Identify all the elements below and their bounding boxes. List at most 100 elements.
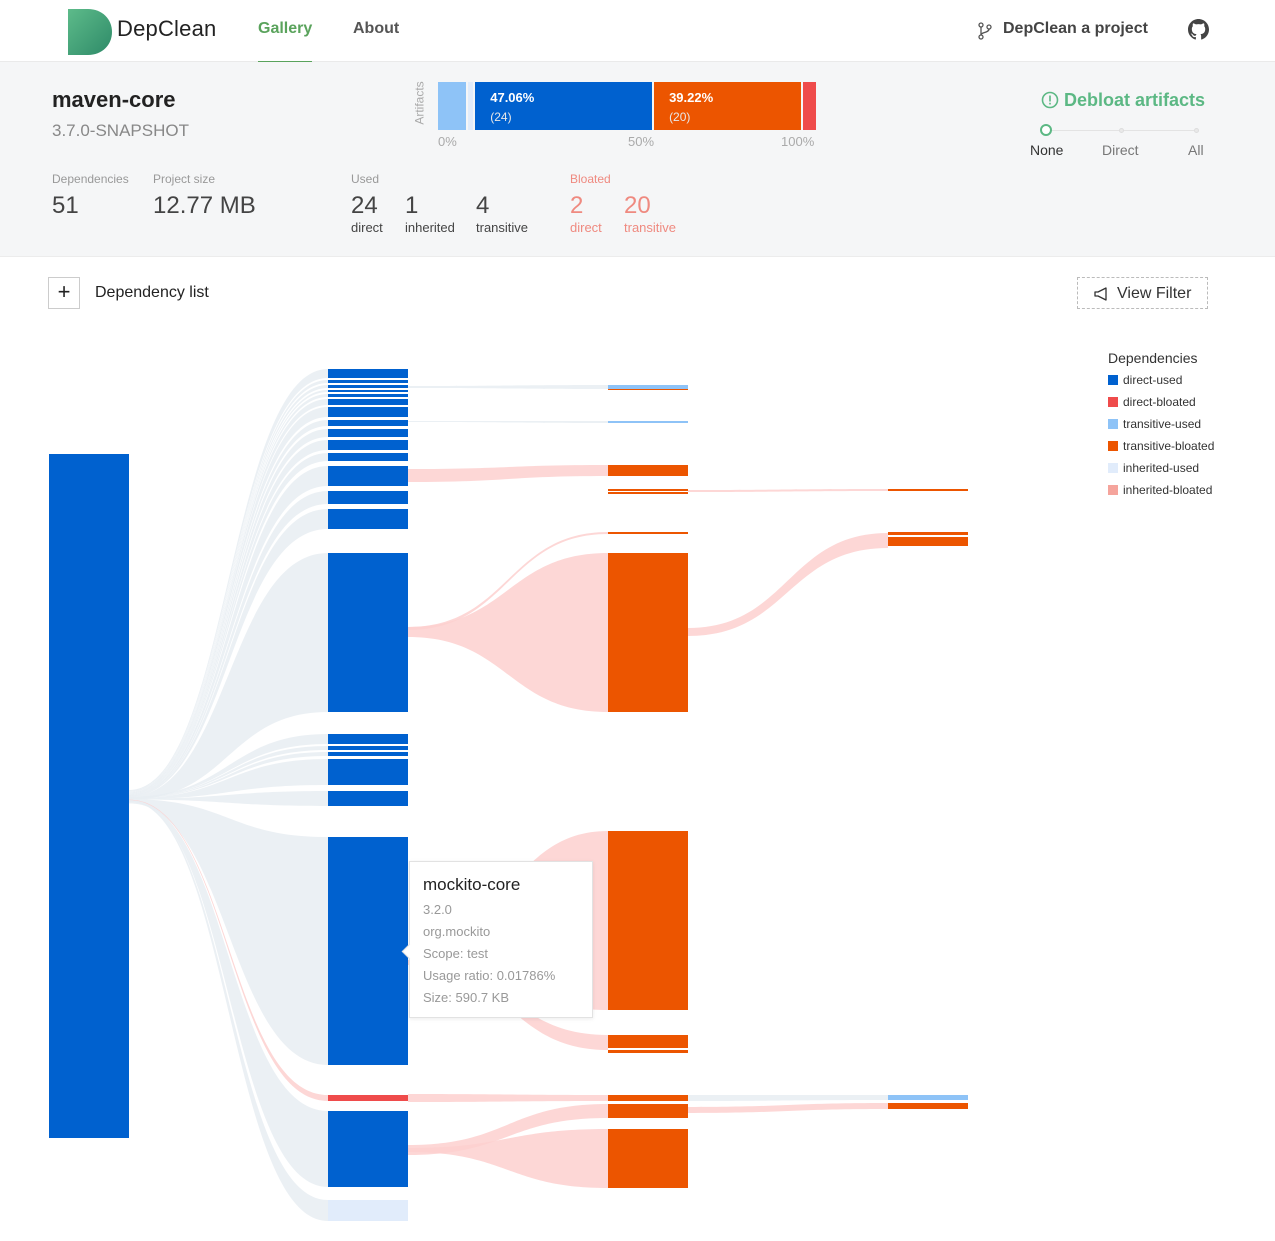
megaphone-icon xyxy=(1094,287,1107,301)
sankey-node-col2-4[interactable] xyxy=(608,489,688,491)
debloat-slider-handle[interactable] xyxy=(1040,124,1052,136)
sankey-node-col1-10[interactable] xyxy=(328,453,408,461)
used-direct-count: 24 xyxy=(351,192,378,219)
sankey-node-col2-13[interactable] xyxy=(608,1129,688,1188)
sankey-node-col2-12[interactable] xyxy=(608,1104,688,1118)
project-name: maven-core xyxy=(52,87,176,112)
sankey-node-col3-3[interactable] xyxy=(888,1095,968,1100)
sankey-node-col1-4[interactable] xyxy=(328,394,408,397)
link-used-a xyxy=(408,385,608,389)
sankey-node-col2-6[interactable] xyxy=(608,532,688,534)
sankey-node-col1-9[interactable] xyxy=(328,440,408,450)
bloated-direct-count: 2 xyxy=(570,192,584,219)
sankey-node-col1-7[interactable] xyxy=(328,420,408,426)
sankey-node-col3-0[interactable] xyxy=(888,489,968,491)
link-bloat-f xyxy=(408,1094,608,1102)
sankey-node-col1-0[interactable] xyxy=(328,369,408,378)
legend-swatch xyxy=(1108,397,1118,407)
sankey-node-col1-19[interactable] xyxy=(328,791,408,806)
sankey-node-col1-11[interactable] xyxy=(328,466,408,486)
sankey-node-col2-9[interactable] xyxy=(608,1035,688,1048)
legend-swatch xyxy=(1108,485,1118,495)
debloat-option-direct[interactable]: Direct xyxy=(1102,142,1139,158)
sankey-node-col1-22[interactable] xyxy=(328,1111,408,1187)
used-label: Used xyxy=(351,172,380,186)
debloat-title: Debloat artifacts xyxy=(1064,90,1206,110)
artifacts-bar-direct-bloated[interactable] xyxy=(803,82,816,130)
sankey-node-col1-1[interactable] xyxy=(328,380,408,383)
axis-tick-50: 50% xyxy=(628,134,655,149)
debloat-option-all[interactable]: All xyxy=(1188,142,1204,158)
used-inherited-label: inherited xyxy=(405,220,455,235)
artifacts-bar-percent: 47.06% xyxy=(490,90,535,105)
sankey-node-col2-7[interactable] xyxy=(608,553,688,712)
sankey-node-col1-16[interactable] xyxy=(328,746,408,750)
sankey-node-col1-23[interactable] xyxy=(328,1200,408,1221)
brand-name[interactable]: DepClean xyxy=(117,16,216,42)
sankey-node-col3-1[interactable] xyxy=(888,532,968,535)
sankey-node-col2-1[interactable] xyxy=(608,389,688,390)
sankey-node-col2-0[interactable] xyxy=(608,385,688,389)
sankey-node-col1-3[interactable] xyxy=(328,390,408,392)
debloat-option-none[interactable]: None xyxy=(1030,142,1063,158)
artifacts-bar-count: (24) xyxy=(490,110,512,124)
sankey-node-col1-14[interactable] xyxy=(328,553,408,712)
expand-dependency-list-button[interactable]: + xyxy=(48,277,80,309)
tooltip-group: org.mockito xyxy=(423,924,491,939)
nav-depclean-project[interactable]: DepClean a project xyxy=(1003,20,1148,38)
link-root-20 xyxy=(129,799,328,1065)
artifacts-bar-direct-used[interactable]: 47.06% (24) xyxy=(475,82,653,130)
axis-tick-100: 100% xyxy=(781,134,815,149)
used-transitive-label: transitive xyxy=(476,220,529,235)
sankey-node-col1-21[interactable] xyxy=(328,1095,408,1101)
alert-circle-icon xyxy=(1041,91,1059,109)
sankey-node-col1-13[interactable] xyxy=(328,509,408,529)
link-used-b xyxy=(408,421,608,423)
sankey-node-col1-6[interactable] xyxy=(328,407,408,417)
github-icon[interactable] xyxy=(1188,19,1209,40)
link-trans-c xyxy=(688,1095,888,1101)
tooltip-artifact-name: mockito-core xyxy=(423,875,521,894)
sankey-node-col2-11[interactable] xyxy=(608,1095,688,1101)
sankey-node-col1-8[interactable] xyxy=(328,429,408,437)
sankey-node-col3-2[interactable] xyxy=(888,537,968,546)
depclean-logo[interactable] xyxy=(68,9,112,55)
debloat-slider-stop-direct[interactable] xyxy=(1119,128,1124,133)
sankey-node-col1-17[interactable] xyxy=(328,752,408,756)
sankey-node-col1-15[interactable] xyxy=(328,734,408,744)
tooltip-version: 3.2.0 xyxy=(423,902,452,917)
artifacts-bar-percent: 39.22% xyxy=(669,90,714,105)
dependency-list-title: Dependency list xyxy=(95,284,209,301)
artifacts-bar-transitive-bloated[interactable]: 39.22% (20) xyxy=(654,82,802,130)
used-inherited-count: 1 xyxy=(405,192,419,219)
legend-swatch xyxy=(1108,375,1118,385)
sankey-node-col2-2[interactable] xyxy=(608,421,688,423)
artifacts-bar-transitive-used[interactable] xyxy=(438,82,466,130)
sankey-node-col2-8[interactable] xyxy=(608,831,688,1010)
sankey-node-col1-2[interactable] xyxy=(328,385,408,388)
nav-gallery[interactable]: Gallery xyxy=(258,20,313,63)
sankey-node-col2-10[interactable] xyxy=(608,1050,688,1053)
sankey-node-col1-12[interactable] xyxy=(328,491,408,504)
sankey-node-col1-18[interactable] xyxy=(328,759,408,785)
view-filter-button[interactable]: View Filter xyxy=(1077,277,1208,309)
sankey-node-col1-20[interactable] xyxy=(328,837,408,1065)
sankey-node-root[interactable] xyxy=(49,454,129,1138)
project-size-label: Project size xyxy=(153,172,216,186)
sankey-node-col2-5[interactable] xyxy=(608,492,688,494)
debloat-slider-stop-all[interactable] xyxy=(1194,128,1199,133)
artifacts-bar-count: (20) xyxy=(669,110,691,124)
bloated-direct-label: direct xyxy=(570,220,602,235)
artifacts-bar-inherited-used[interactable] xyxy=(467,82,474,130)
link-bloat-h xyxy=(408,1129,608,1188)
dependencies-label: Dependencies xyxy=(52,172,129,186)
project-summary: maven-core 3.7.0-SNAPSHOT Dependencies 5… xyxy=(0,62,1275,257)
link-trans-d xyxy=(688,1103,888,1113)
bloated-transitive-label: transitive xyxy=(624,220,677,235)
legend-swatch xyxy=(1108,441,1118,451)
sankey-node-col3-4[interactable] xyxy=(888,1103,968,1109)
nav-about[interactable]: About xyxy=(353,20,399,38)
sankey-node-col1-5[interactable] xyxy=(328,399,408,405)
sankey-node-col2-3[interactable] xyxy=(608,465,688,476)
bloated-label: Bloated xyxy=(570,172,611,186)
